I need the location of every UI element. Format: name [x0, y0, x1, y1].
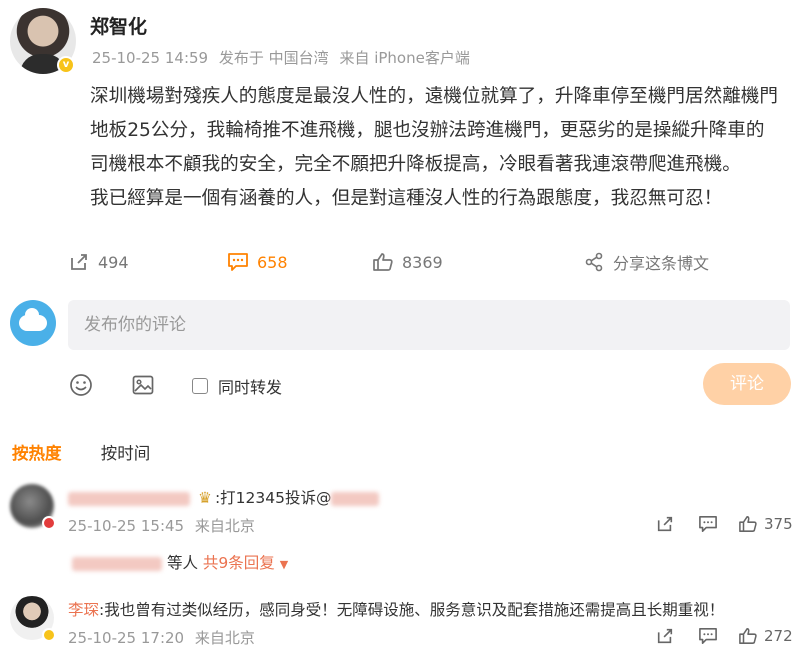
replies-count: 共9条回复	[202, 554, 275, 572]
repost-count: 494	[98, 252, 129, 272]
comment-reply-button[interactable]	[698, 626, 718, 646]
comment-text-row: ♛:打12345投诉@	[68, 486, 380, 508]
comment-sort-tabs: 按热度 按时间	[12, 440, 184, 464]
post-meta: 25-10-25 14:59 发布于 中国台湾 来自 iPhone客户端	[92, 47, 476, 68]
post-content: 深圳機場對殘疾人的態度是最沒人性的，遠機位就算了，升降車停至機門居然離機門地板2…	[90, 80, 780, 216]
replies-prefix: 等人	[166, 554, 198, 572]
submit-comment-button[interactable]: 评论	[703, 363, 791, 405]
composer-toolbar: 同时转发	[0, 370, 797, 400]
comment-like-button[interactable]: 272	[738, 626, 793, 646]
post-paragraph-1: 深圳機場對殘疾人的態度是最沒人性的，遠機位就算了，升降車停至機門居然離機門地板2…	[90, 86, 778, 175]
tab-sort-hot[interactable]: 按热度	[12, 444, 62, 463]
comment-text-row: 李琛:我也曾有过类似经历，感同身受！无障碍设施、服务意识及配套措施还需提高且长期…	[68, 598, 724, 620]
comment-button[interactable]: 658	[227, 248, 288, 276]
repost-icon	[68, 251, 90, 273]
comment-like-count: 272	[764, 627, 793, 645]
repost-checkbox-label: 同时转发	[218, 378, 283, 397]
like-button[interactable]: 8369	[372, 248, 443, 276]
repost-checkbox[interactable]: 同时转发	[192, 374, 282, 398]
comment-actions: 272	[0, 626, 797, 646]
comment-text: :打12345投诉@	[214, 489, 332, 507]
comment-actions: 375	[0, 514, 797, 536]
comment-input[interactable]: 发布你的评论	[68, 300, 790, 350]
comment-count: 658	[257, 252, 288, 272]
cloud-icon	[19, 308, 47, 331]
comment-icon	[698, 514, 718, 534]
comment-repost-button[interactable]	[655, 514, 675, 534]
crown-icon: ♛	[197, 489, 212, 507]
thumbs-up-icon	[372, 251, 394, 273]
thumbs-up-icon	[738, 626, 758, 646]
author-name[interactable]: 郑智化	[90, 12, 147, 39]
post-paragraph-2: 我已經算是一個有涵養的人，但是對這種沒人性的行為跟態度，我忍無可忍！	[90, 188, 723, 209]
caret-down-icon: ▼	[279, 558, 289, 571]
checkbox-icon	[192, 378, 208, 394]
commenter-name-redacted[interactable]	[68, 491, 190, 506]
verified-badge-icon: v	[57, 56, 75, 74]
repost-button[interactable]: 494	[68, 248, 129, 276]
thumbs-up-icon	[738, 514, 758, 534]
repost-icon	[655, 626, 675, 646]
share-icon	[583, 251, 605, 273]
comment-replies-link[interactable]: 等人 共9条回复 ▼	[72, 551, 288, 573]
post-actions: 494 658 8369 分享这条博文	[0, 248, 797, 276]
comment-like-button[interactable]: 375	[738, 514, 793, 534]
comment-icon	[698, 626, 718, 646]
post-source: 来自 iPhone客户端	[339, 49, 470, 67]
image-icon[interactable]	[130, 372, 156, 398]
replier-names-redacted	[72, 556, 162, 571]
like-count: 8369	[402, 252, 443, 272]
commenter-name[interactable]: 李琛	[68, 601, 99, 619]
share-label: 分享这条博文	[613, 254, 710, 273]
tab-sort-time[interactable]: 按时间	[101, 444, 151, 463]
share-button[interactable]: 分享这条博文	[583, 248, 709, 276]
emoji-icon[interactable]	[68, 372, 94, 398]
comment-text: :我也曾有过类似经历，感同身受！无障碍设施、服务意识及配套措施还需提高且长期重视…	[99, 601, 725, 619]
post-time[interactable]: 25-10-25 14:59	[92, 49, 208, 67]
comment-repost-button[interactable]	[655, 626, 675, 646]
user-avatar[interactable]	[10, 300, 56, 346]
comment-icon	[227, 251, 249, 273]
repost-icon	[655, 514, 675, 534]
mention-redacted[interactable]	[331, 491, 380, 506]
post-location: 发布于 中国台湾	[218, 49, 329, 67]
comment-reply-button[interactable]	[698, 514, 718, 534]
comment-like-count: 375	[764, 515, 793, 533]
